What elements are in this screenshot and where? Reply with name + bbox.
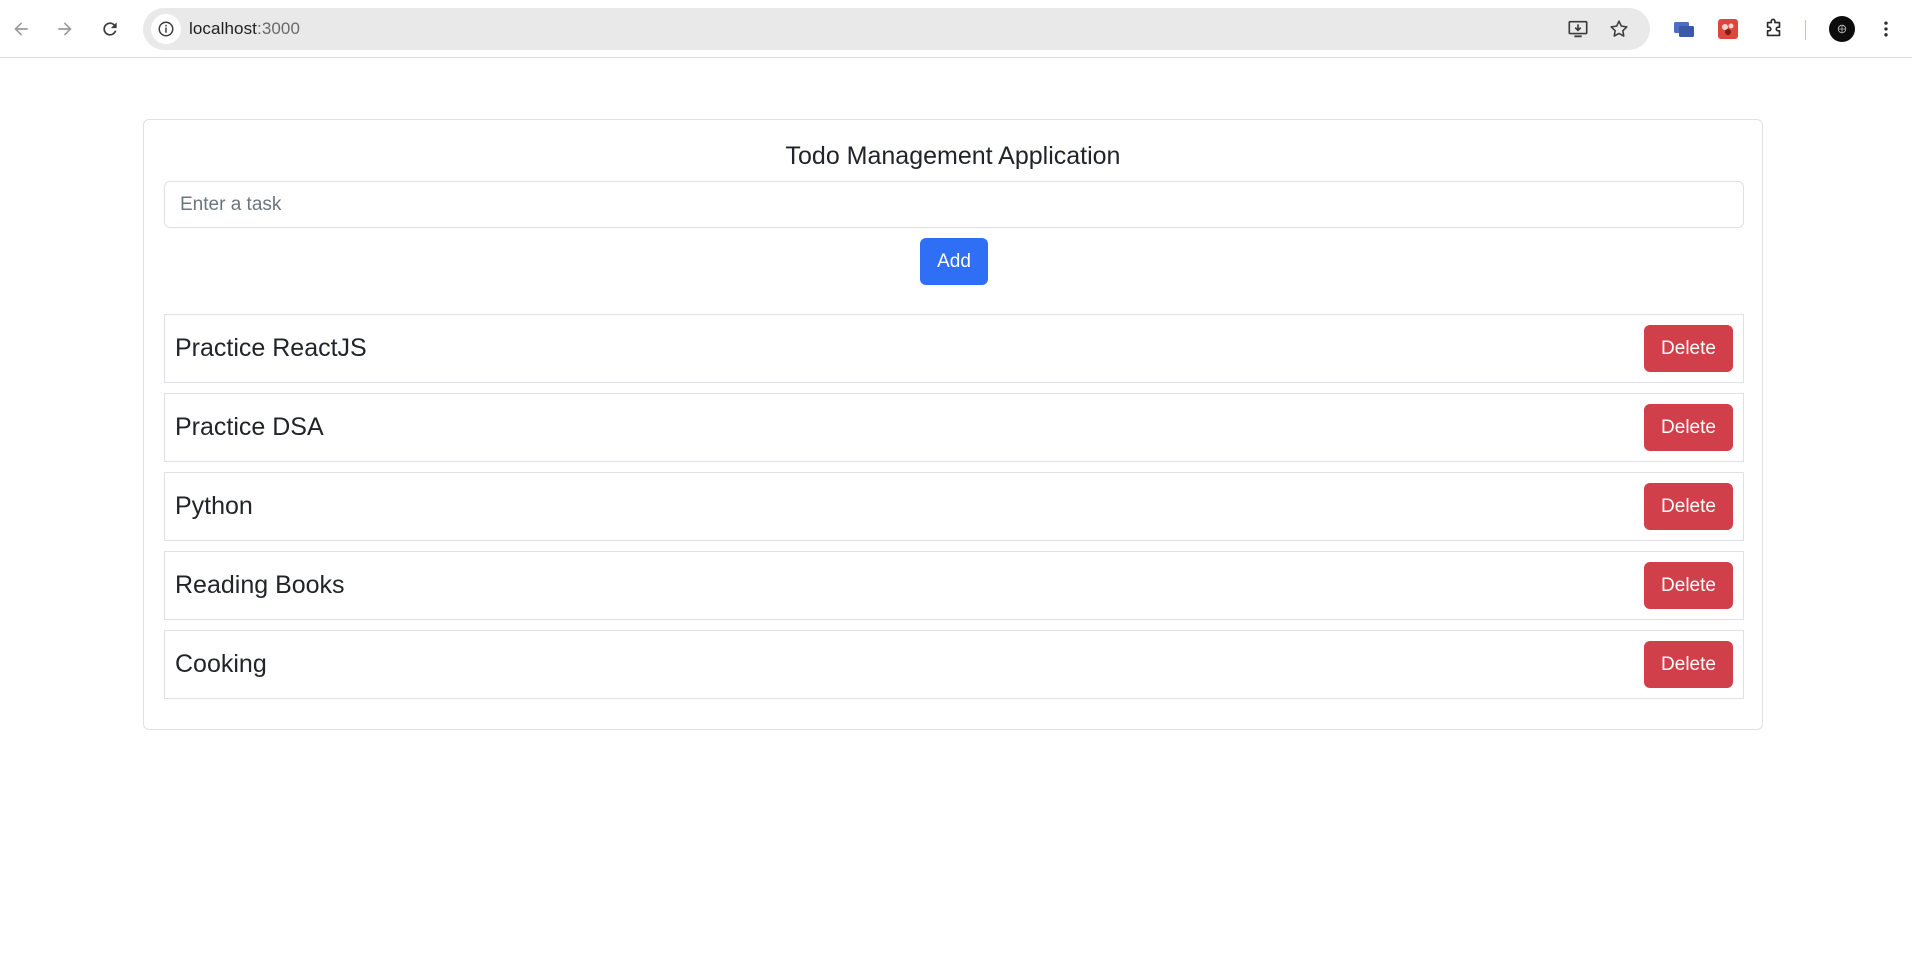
bookmark-button[interactable] xyxy=(1607,17,1631,41)
todo-text: Reading Books xyxy=(175,571,345,599)
forward-button[interactable] xyxy=(48,12,82,46)
address-bar[interactable]: localhost:3000 xyxy=(143,8,1650,50)
star-icon xyxy=(1610,20,1628,37)
extensions-button[interactable] xyxy=(1760,15,1788,43)
toolbar-divider xyxy=(1805,20,1806,40)
delete-button[interactable]: Delete xyxy=(1644,562,1733,609)
todo-card: Todo Management Application Add Practice… xyxy=(143,119,1763,730)
todo-item: Python Delete xyxy=(164,472,1744,541)
arrow-right-icon xyxy=(58,22,72,36)
kebab-menu-icon xyxy=(1884,21,1888,37)
extension-red-icon xyxy=(1718,19,1738,39)
info-icon xyxy=(158,21,174,37)
extension-button-1[interactable] xyxy=(1670,15,1698,43)
todo-list: Practice ReactJS Delete Practice DSA Del… xyxy=(164,314,1744,709)
reload-icon xyxy=(103,22,117,36)
add-button[interactable]: Add xyxy=(920,238,988,285)
todo-item: Practice DSA Delete xyxy=(164,393,1744,462)
url-port: :3000 xyxy=(257,19,301,38)
extension-blue-icon xyxy=(1674,22,1694,37)
page-title: Todo Management Application xyxy=(785,142,1121,170)
browser-toolbar: localhost:3000 xyxy=(0,0,1912,58)
url-text[interactable]: localhost:3000 xyxy=(189,19,300,39)
todo-item: Cooking Delete xyxy=(164,630,1744,699)
back-button[interactable] xyxy=(4,12,38,46)
delete-button[interactable]: Delete xyxy=(1644,325,1733,372)
todo-text: Cooking xyxy=(175,650,267,678)
browser-menu-button[interactable] xyxy=(1872,15,1900,43)
reload-button[interactable] xyxy=(93,12,127,46)
delete-button[interactable]: Delete xyxy=(1644,641,1733,688)
install-app-icon xyxy=(1568,20,1588,38)
puzzle-icon xyxy=(1766,18,1781,37)
delete-button[interactable]: Delete xyxy=(1644,483,1733,530)
todo-text: Python xyxy=(175,492,253,520)
profile-avatar[interactable] xyxy=(1829,16,1855,42)
arrow-left-icon xyxy=(14,22,28,36)
site-info-button[interactable] xyxy=(151,14,181,44)
install-app-button[interactable] xyxy=(1566,17,1590,41)
url-host: localhost xyxy=(189,19,257,38)
todo-text: Practice DSA xyxy=(175,413,324,441)
delete-button[interactable]: Delete xyxy=(1644,404,1733,451)
todo-item: Reading Books Delete xyxy=(164,551,1744,620)
todo-item: Practice ReactJS Delete xyxy=(164,314,1744,383)
todo-text: Practice ReactJS xyxy=(175,334,367,362)
task-input[interactable] xyxy=(164,181,1744,228)
avatar-icon xyxy=(1837,24,1847,34)
extension-button-2[interactable] xyxy=(1714,15,1742,43)
